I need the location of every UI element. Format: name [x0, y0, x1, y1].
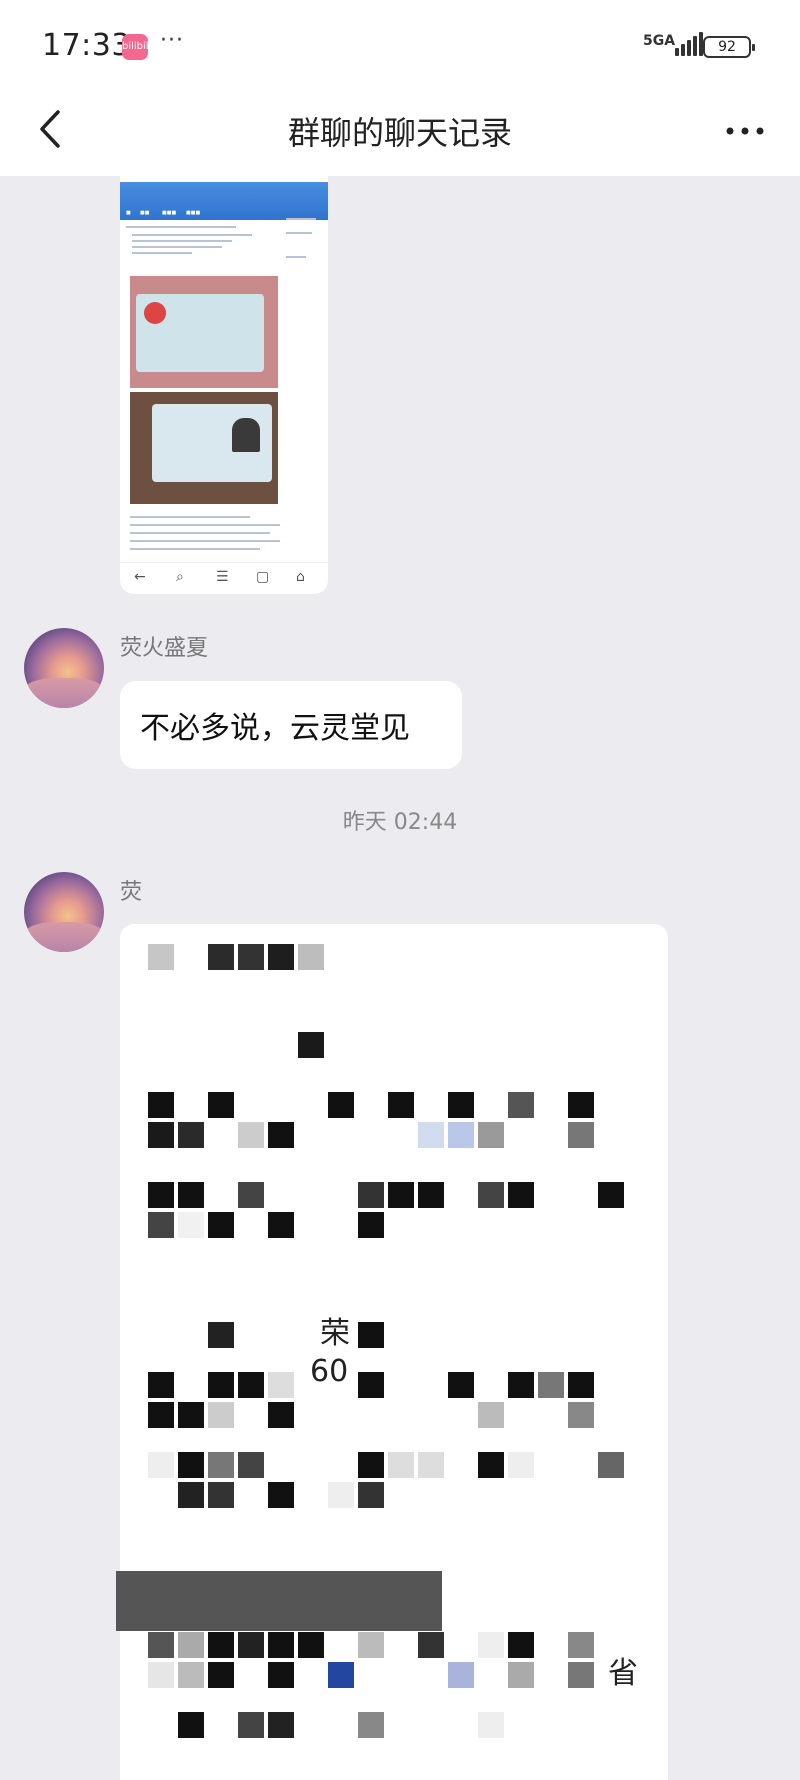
- mosaic-image-message[interactable]: 荣 60 省: [120, 924, 668, 1780]
- bilibili-icon: bilibili: [122, 34, 151, 60]
- webpage-bottom-nav: ← ⌕ ☰ ▢ ⌂: [120, 562, 328, 594]
- notification-dots-icon: ···: [160, 28, 184, 53]
- signal-icon: [675, 32, 705, 56]
- id-card-front-image: [130, 276, 278, 388]
- message-bubble[interactable]: 不必多说，云灵堂见: [120, 681, 462, 769]
- image-text-fragment: 省: [608, 1656, 638, 1691]
- timestamp: 昨天 02:44: [342, 810, 458, 835]
- sender-name: 荧: [120, 880, 143, 905]
- more-horizontal-icon[interactable]: [722, 116, 768, 146]
- avatar[interactable]: [24, 628, 104, 708]
- status-time: 17:33: [42, 28, 131, 63]
- id-card-back-image: [130, 392, 278, 504]
- page-title: 群聊的聊天记录: [287, 114, 512, 152]
- battery-icon: 92: [703, 36, 755, 58]
- network-label: 5GA: [643, 33, 676, 49]
- webpage-header: ■ ■■ ■■■ ■■■: [120, 182, 328, 220]
- screenshot-image-message[interactable]: ■ ■■ ■■■ ■■■ ← ⌕ ☰ ▢ ⌂: [120, 176, 328, 594]
- status-bar: 17:33 bilibili ··· 5GA 92: [0, 0, 800, 90]
- chat-area[interactable]: ■ ■■ ■■■ ■■■ ← ⌕ ☰ ▢ ⌂ 荧火盛夏 不必多说，云灵堂见 昨天 02:44 …: [0, 176, 800, 1780]
- sender-name: 荧火盛夏: [120, 636, 209, 661]
- nav-bar: 群聊的聊天记录: [0, 90, 800, 176]
- image-overflow-strip: [116, 1571, 442, 1631]
- image-text-fragment: 荣: [320, 1316, 350, 1351]
- avatar[interactable]: [24, 872, 104, 952]
- image-text-fragment: 60: [310, 1354, 349, 1389]
